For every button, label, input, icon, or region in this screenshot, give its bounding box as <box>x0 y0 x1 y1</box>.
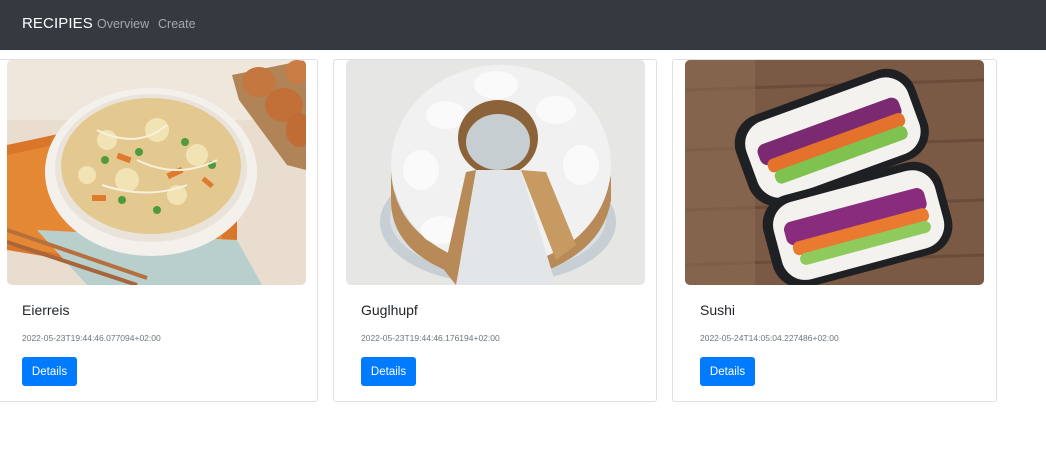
details-button[interactable]: Details <box>700 357 755 386</box>
recipe-title: Sushi <box>700 302 736 318</box>
details-button[interactable]: Details <box>22 357 77 386</box>
navbar: RECIPIES Overview Create <box>0 0 1046 50</box>
recipe-date: 2022-05-23T19:44:46.176194+02:00 <box>361 333 500 343</box>
brand-link[interactable]: RECIPIES <box>22 15 93 32</box>
recipe-date: 2022-05-23T19:44:46.077094+02:00 <box>22 333 161 343</box>
recipe-card: Sushi 2022-05-24T14:05:04.227486+02:00 D… <box>672 59 997 402</box>
recipe-card: Guglhupf 2022-05-23T19:44:46.176194+02:0… <box>333 59 657 402</box>
bundt-cake-photo <box>346 60 645 285</box>
sushi-sandwich-photo <box>685 60 984 285</box>
nav-create-link[interactable]: Create <box>158 17 196 31</box>
recipe-title: Guglhupf <box>361 302 418 318</box>
recipe-card: Eierreis 2022-05-23T19:44:46.077094+02:0… <box>0 59 318 402</box>
fried-rice-photo <box>7 60 306 285</box>
nav-overview-link[interactable]: Overview <box>97 17 149 31</box>
recipe-title: Eierreis <box>22 302 70 318</box>
recipe-date: 2022-05-24T14:05:04.227486+02:00 <box>700 333 839 343</box>
details-button[interactable]: Details <box>361 357 416 386</box>
